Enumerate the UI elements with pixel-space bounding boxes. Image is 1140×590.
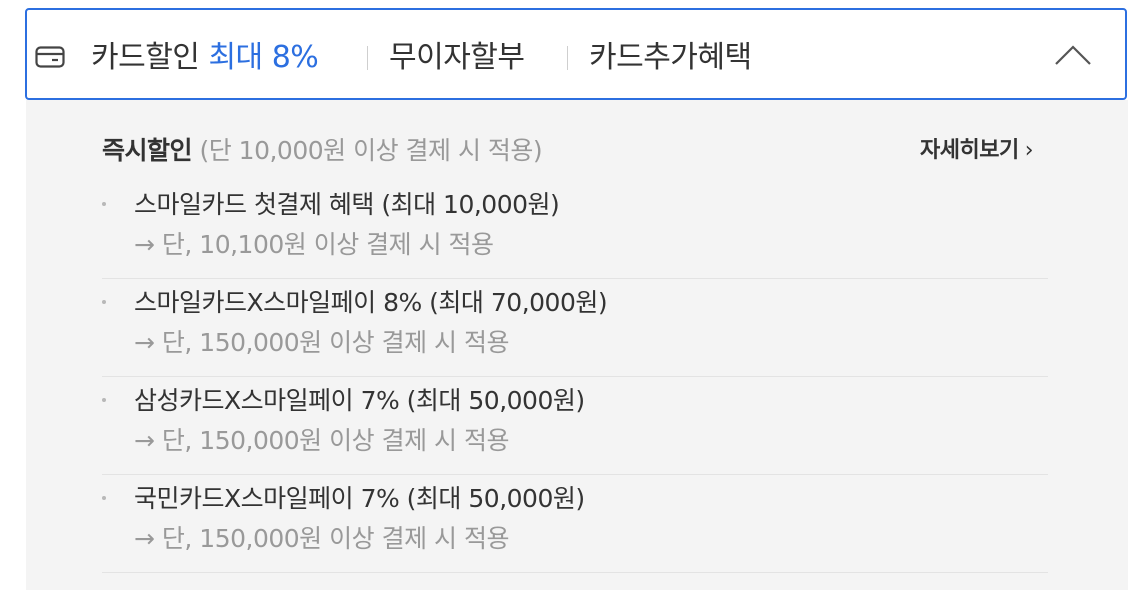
list-item: 스마일카드 첫결제 혜택 (최대 10,000원) → 단, 10,100원 이… bbox=[102, 188, 1048, 279]
bullet-icon bbox=[102, 398, 106, 402]
benefit-title: 스마일카드 첫결제 혜택 (최대 10,000원) bbox=[134, 190, 560, 219]
chevron-up-icon[interactable] bbox=[1053, 42, 1093, 68]
card-icon bbox=[35, 46, 65, 68]
chevron-right-icon: › bbox=[1024, 138, 1034, 163]
benefit-condition: → 단, 150,000원 이상 결제 시 적용 bbox=[134, 328, 509, 357]
benefit-title: 삼성카드X스마일페이 7% (최대 50,000원) bbox=[134, 386, 585, 415]
benefit-condition: → 단, 150,000원 이상 결제 시 적용 bbox=[134, 524, 509, 553]
card-benefit-header[interactable]: 카드할인 최대 8% 무이자할부 카드추가혜택 bbox=[25, 8, 1127, 100]
bullet-icon bbox=[102, 300, 106, 304]
tab-card-discount-highlight: 최대 8% bbox=[208, 40, 319, 75]
tab-divider bbox=[367, 46, 368, 70]
view-details-label: 자세히보기 bbox=[920, 138, 1019, 163]
bullet-icon bbox=[102, 202, 106, 206]
benefit-title: 스마일카드X스마일페이 8% (최대 70,000원) bbox=[134, 288, 608, 317]
tab-extra-benefits[interactable]: 카드추가혜택 bbox=[589, 38, 752, 78]
view-details-link[interactable]: 자세히보기 › bbox=[920, 136, 1034, 166]
list-item: 스마일카드X스마일페이 8% (최대 70,000원) → 단, 150,000… bbox=[102, 286, 1048, 377]
tab-card-discount-label: 카드할인 bbox=[91, 40, 200, 75]
benefit-condition: → 단, 150,000원 이상 결제 시 적용 bbox=[134, 426, 509, 455]
instant-discount-label: 즉시할인 bbox=[102, 136, 193, 165]
tab-interest-free[interactable]: 무이자할부 bbox=[389, 38, 525, 78]
instant-discount-title: 즉시할인 (단 10,000원 이상 결제 시 적용) bbox=[102, 134, 543, 168]
benefit-title: 국민카드X스마일페이 7% (최대 50,000원) bbox=[134, 484, 585, 513]
instant-discount-note: (단 10,000원 이상 결제 시 적용) bbox=[199, 136, 543, 165]
bullet-icon bbox=[102, 496, 106, 500]
list-item: 삼성카드X스마일페이 7% (최대 50,000원) → 단, 150,000원… bbox=[102, 384, 1048, 475]
benefit-condition: → 단, 10,100원 이상 결제 시 적용 bbox=[134, 230, 494, 259]
tab-divider bbox=[567, 46, 568, 70]
tab-card-discount[interactable]: 카드할인 최대 8% bbox=[91, 38, 319, 78]
list-item: 국민카드X스마일페이 7% (최대 50,000원) → 단, 150,000원… bbox=[102, 482, 1048, 573]
card-benefit-panel: 즉시할인 (단 10,000원 이상 결제 시 적용) 자세히보기 › 스마일카드… bbox=[26, 100, 1128, 590]
